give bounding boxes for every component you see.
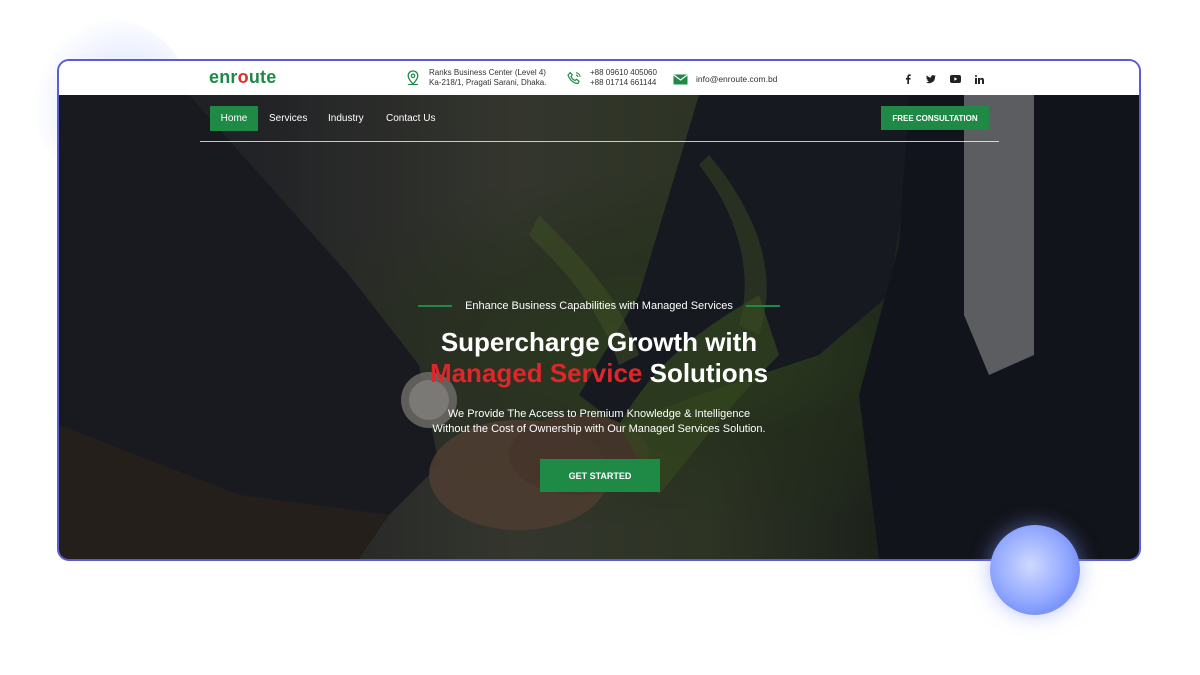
hero-eyebrow: Enhance Business Capabilities with Manag… [399,299,799,313]
nav-services[interactable]: Services [269,106,307,131]
youtube-icon[interactable] [949,73,961,85]
eyebrow-line-left [418,305,453,307]
envelope-icon [672,71,688,87]
hero-subtitle-line-1: We Provide The Access to Premium Knowled… [447,408,751,420]
location-pin-icon [405,70,421,86]
hero-subtitle: We Provide The Access to Premium Knowled… [299,407,899,437]
nav-contact-us[interactable]: Contact Us [386,106,435,131]
phone-line-1[interactable]: +88 09610 405060 [590,68,657,78]
hero-subtitle-line-2: Without the Cost of Ownership with Our M… [432,423,766,435]
phone-info[interactable]: +88 09610 405060 +88 01714 661144 [566,68,657,88]
nav-home[interactable]: Home [210,106,258,131]
decorative-blob-bottom-right [990,525,1080,615]
facebook-icon[interactable] [902,73,914,85]
hero-title-line-2: Managed Service Solutions [299,358,899,389]
address-line-1: Ranks Business Center (Level 4) [429,68,546,77]
free-consultation-button[interactable]: FREE CONSULTATION [881,106,989,130]
eyebrow-text: Enhance Business Capabilities with Manag… [465,300,733,312]
address-info: Ranks Business Center (Level 4) Ka-218/1… [405,68,546,88]
get-started-button[interactable]: GET STARTED [540,459,660,492]
email-info[interactable]: info@enroute.com.bd [672,71,777,87]
email-link[interactable]: info@enroute.com.bd [696,74,777,84]
hero-section: Home Services Industry Contact Us FREE C… [59,95,1139,559]
top-bar: enroute Ranks Business Center (Level 4) … [59,61,1139,95]
phone-icon [566,70,582,86]
nav-industry[interactable]: Industry [328,106,364,131]
linkedin-icon[interactable] [973,73,985,85]
hero-title-highlight: Managed Service [429,358,643,388]
phone-line-2[interactable]: +88 01714 661144 [590,78,657,88]
eyebrow-line-right [745,305,780,307]
browser-frame: enroute Ranks Business Center (Level 4) … [57,59,1141,561]
logo[interactable]: enroute [209,67,276,88]
hero-title-end: Solutions [642,358,769,388]
hero-title-line-1: Supercharge Growth with [440,327,758,357]
address-line-2: Ka-218/1, Pragati Sarani, Dhaka. [429,78,547,87]
twitter-icon[interactable] [925,73,937,85]
hero-title: Supercharge Growth with Managed Service … [299,327,899,389]
nav-divider [200,141,999,142]
